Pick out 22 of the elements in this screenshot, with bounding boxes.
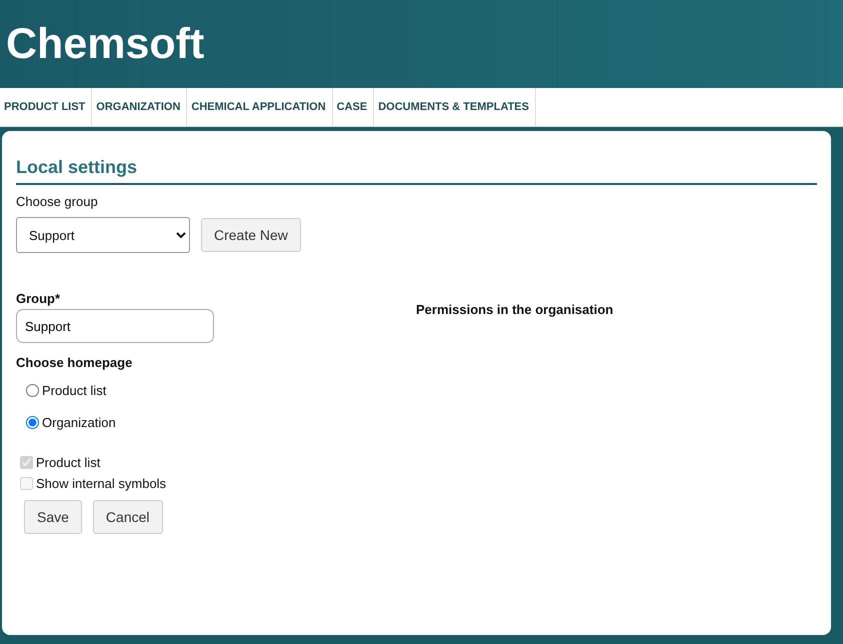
create-new-button[interactable]: Create New [201, 218, 301, 252]
section-title: Local settings [16, 157, 817, 185]
radio-label: Organization [42, 414, 116, 430]
form-button[interactable]: Cancel [92, 500, 163, 534]
group-dropdown[interactable]: Support [16, 217, 190, 253]
field-label: Choose group [16, 194, 99, 209]
nav-tab[interactable]: DOCUMENTS & TEMPLATES [374, 88, 536, 126]
site-logo: Chemsoft [6, 20, 204, 68]
field-label: Choose homepage [16, 355, 134, 370]
radio-button[interactable] [26, 384, 39, 396]
field-label: Group* [16, 291, 62, 306]
nav-tab[interactable]: CASE [332, 88, 374, 126]
nav-tab[interactable]: CHEMICAL APPLICATION [187, 88, 333, 126]
group-input[interactable]: Support [16, 309, 214, 343]
radio-button[interactable] [26, 416, 39, 428]
nav-tab[interactable]: PRODUCT LIST [0, 88, 92, 126]
form-button[interactable]: Save [24, 500, 82, 534]
checkbox-label: Show internal symbols [36, 476, 166, 491]
checkbox-label: Product list [36, 455, 100, 470]
nav-tab[interactable]: ORGANIZATION [92, 88, 188, 126]
radio-label: Product list [42, 382, 106, 398]
permissions-title: Permissions in the organisation [416, 302, 614, 317]
